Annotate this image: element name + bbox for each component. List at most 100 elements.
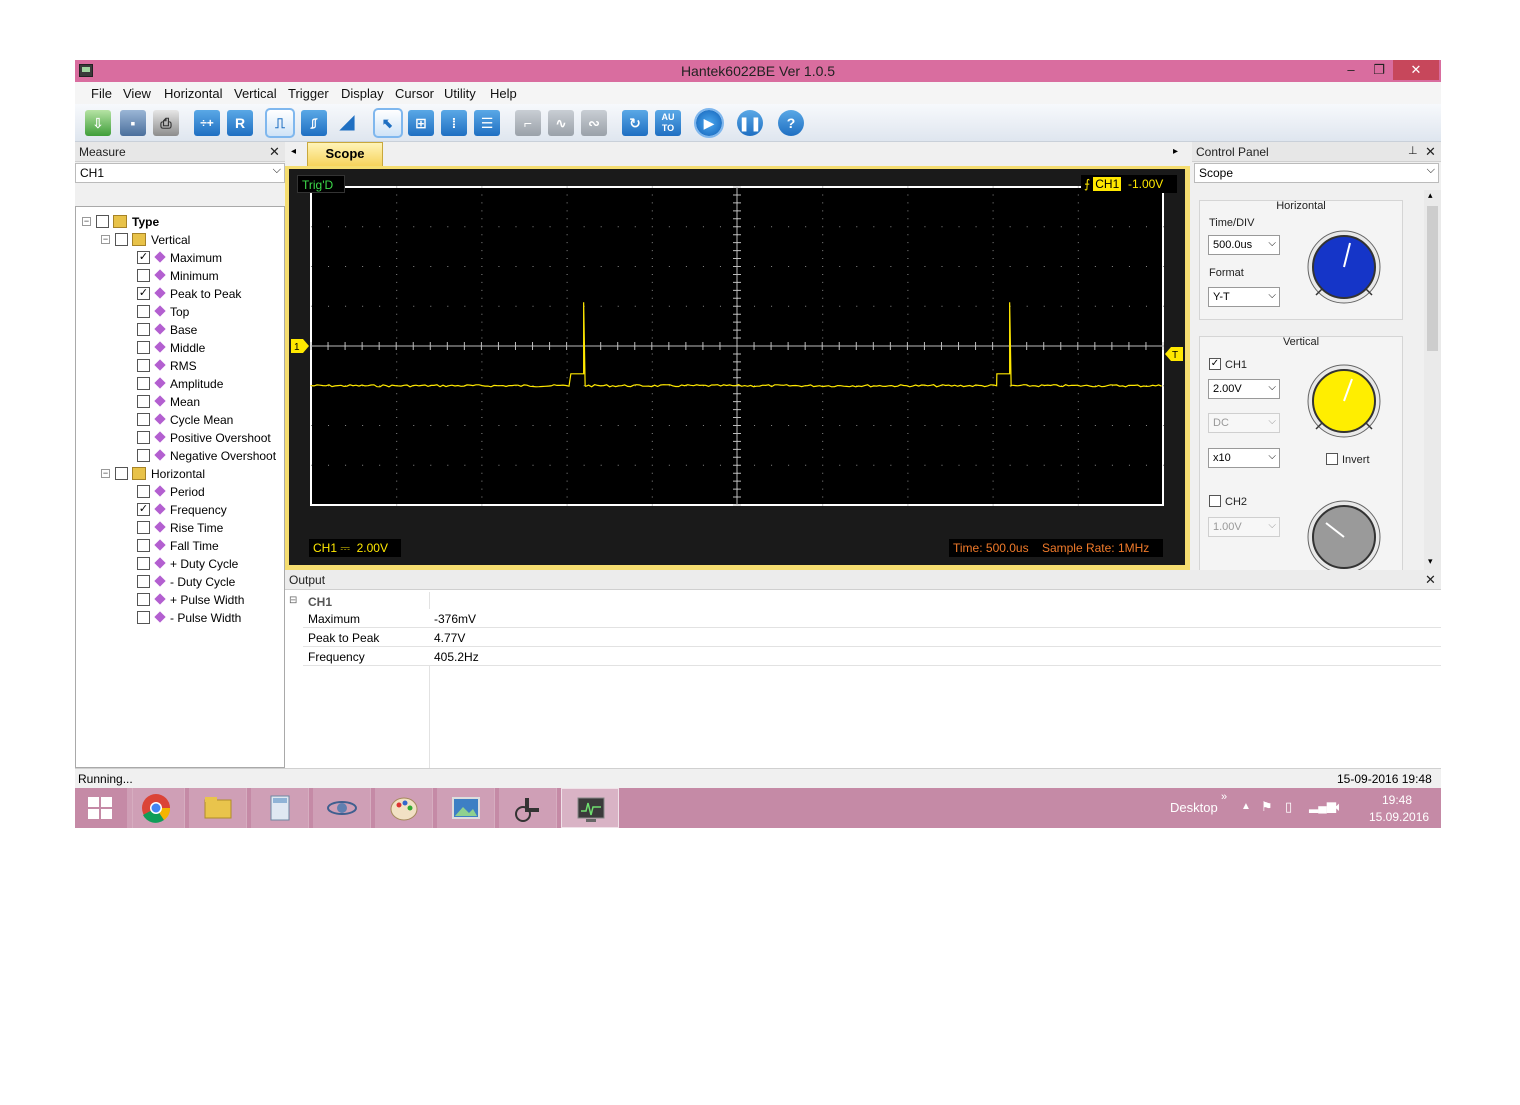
tree-node-base[interactable]: Base [76,321,284,339]
restore-button[interactable]: ❐ [1365,60,1393,80]
volume-icon[interactable]: 🔈︎ [1335,799,1343,815]
invert-checkbox[interactable] [1326,453,1338,465]
tree-node-pulse-width[interactable]: - Pulse Width [76,609,284,627]
collapse-icon[interactable]: ⊟ [289,595,299,606]
app-icon[interactable] [79,64,93,77]
tree-node-amplitude[interactable]: Amplitude [76,375,284,393]
control-mode-select[interactable]: Scope ⌵ [1194,163,1439,183]
tray-expand-icon[interactable]: ▲ [1241,801,1251,812]
tree-node-pulse-width[interactable]: + Pulse Width [76,591,284,609]
taskbar-chrome[interactable] [127,788,185,828]
measure-checkbox[interactable] [137,539,150,552]
measure-checkbox[interactable] [137,377,150,390]
ch1-checkbox[interactable]: ✓ [1209,358,1221,370]
measure-checkbox[interactable] [137,449,150,462]
measure-checkbox[interactable] [137,395,150,408]
measure-checkbox[interactable]: ✓ [137,503,150,516]
tab-scope[interactable]: Scope [307,142,383,166]
tab-scroll-left-icon[interactable]: ◂ [291,146,296,157]
menu-trigger[interactable]: Trigger [288,86,329,101]
sine-wave-icon[interactable]: ∿ [548,110,574,136]
tab-scroll-right-icon[interactable]: ▸ [1173,146,1178,157]
measure-checkbox[interactable] [137,431,150,444]
ch1-volts-select[interactable]: 2.00V ⌵ [1208,379,1280,399]
tree-node-mean[interactable]: Mean [76,393,284,411]
pointer-icon[interactable]: ⬉ [373,108,403,138]
taskbar-photos[interactable] [437,788,495,828]
measure-channel-select[interactable]: CH1 ⌵ [75,163,285,183]
math-icon[interactable]: ÷+ [194,110,220,136]
measure-checkbox[interactable] [137,305,150,318]
measure-checkbox[interactable] [137,323,150,336]
vertical-cursor-icon[interactable]: ⁞ [441,110,467,136]
tree-checkbox[interactable] [96,215,109,228]
tree-node-negative-overshoot[interactable]: Negative Overshoot [76,447,284,465]
measure-checkbox[interactable] [137,557,150,570]
measure-close-icon[interactable]: ✕ [269,144,280,160]
collapse-icon[interactable]: − [82,217,91,226]
collapse-icon[interactable]: − [101,235,110,244]
slope-trigger-icon[interactable]: ⎎ [301,110,327,136]
scroll-down-icon[interactable]: ▾ [1428,556,1433,567]
control-scrollbar[interactable]: ▴ ▾ [1424,190,1441,570]
ch1-volts-knob[interactable] [1302,361,1386,445]
tree-node-fall-time[interactable]: Fall Time [76,537,284,555]
tree-node-vertical[interactable]: − Vertical [76,231,284,249]
ch1-probe-select[interactable]: x10 ⌵ [1208,448,1280,468]
tree-checkbox[interactable] [115,467,128,480]
output-row[interactable]: Frequency 405.2Hz [303,647,1441,666]
grid-icon[interactable]: ⊞ [408,110,434,136]
tree-node-frequency[interactable]: ✓ Frequency [76,501,284,519]
measure-checkbox[interactable]: ✓ [137,251,150,264]
desktop-toolbar[interactable]: Desktop [1170,800,1218,815]
menu-vertical[interactable]: Vertical [234,86,277,101]
menu-cursor[interactable]: Cursor [395,86,434,101]
scrollbar-thumb[interactable] [1427,206,1438,351]
step-wave-icon[interactable]: ⌐ [515,110,541,136]
tree-node-peak-to-peak[interactable]: ✓ Peak to Peak [76,285,284,303]
ch1-coupling-select[interactable]: DC ⌵ [1208,413,1280,433]
horizontal-cursor-icon[interactable]: ☰ [474,110,500,136]
measure-checkbox[interactable] [137,611,150,624]
tree-node-top[interactable]: Top [76,303,284,321]
menu-file[interactable]: File [91,86,112,101]
tree-node-rms[interactable]: RMS [76,357,284,375]
help-icon[interactable]: ? [778,110,804,136]
ch2-checkbox[interactable] [1209,495,1221,507]
clock-time[interactable]: 19:48 [1382,793,1412,807]
tree-node-middle[interactable]: Middle [76,339,284,357]
start-button[interactable] [75,788,133,828]
clock-date[interactable]: 15.09.2016 [1369,810,1429,824]
pulse-trigger-icon[interactable]: ⎍ [265,108,295,138]
output-close-icon[interactable]: ✕ [1425,572,1436,588]
close-button[interactable]: ✕ [1393,60,1439,80]
ramp-icon[interactable]: ◢ [334,110,360,136]
battery-icon[interactable]: ▯ [1285,799,1292,815]
open-icon[interactable]: ⇩ [85,110,111,136]
measure-checkbox[interactable] [137,521,150,534]
ch2-volts-select[interactable]: 1.00V ⌵ [1208,517,1280,537]
collapse-icon[interactable]: − [101,469,110,478]
refresh-icon[interactable]: ↻ [622,110,648,136]
tree-node-duty-cycle[interactable]: + Duty Cycle [76,555,284,573]
taskbar-app-satellite[interactable] [313,788,371,828]
tree-node-duty-cycle[interactable]: - Duty Cycle [76,573,284,591]
tree-node-type[interactable]: − Type [76,213,284,231]
taskbar-explorer[interactable] [189,788,247,828]
toolbar-chevron-icon[interactable]: » [1221,791,1227,803]
tree-node-positive-overshoot[interactable]: Positive Overshoot [76,429,284,447]
measure-checkbox[interactable] [137,593,150,606]
tree-node-rise-time[interactable]: Rise Time [76,519,284,537]
minimize-button[interactable]: – [1337,60,1365,80]
format-select[interactable]: Y-T ⌵ [1208,287,1280,307]
auto-icon[interactable]: AU TO [655,110,681,136]
taskbar-hantek[interactable] [561,788,619,828]
menu-display[interactable]: Display [341,86,384,101]
menu-utility[interactable]: Utility [444,86,476,101]
menu-view[interactable]: View [123,86,151,101]
signal-icon[interactable]: ▂▄▆ [1309,799,1336,813]
save-icon[interactable]: ▪ [120,110,146,136]
tree-node-period[interactable]: Period [76,483,284,501]
measure-checkbox[interactable] [137,341,150,354]
tree-node-cycle-mean[interactable]: Cycle Mean [76,411,284,429]
